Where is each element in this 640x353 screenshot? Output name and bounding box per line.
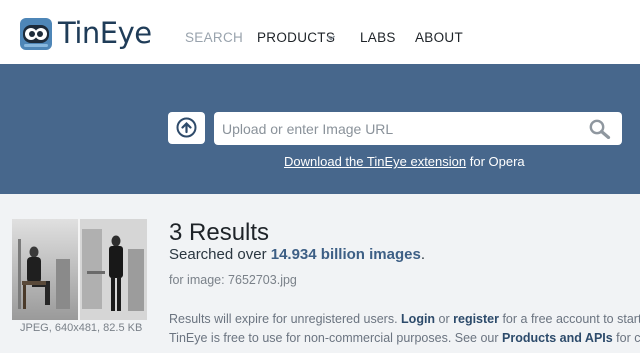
chevron-down-icon[interactable] (326, 30, 336, 46)
tineye-logo-icon[interactable] (20, 18, 52, 50)
download-extension-link[interactable]: Download the TinEye extension (284, 154, 466, 169)
nav-search[interactable]: SEARCH (185, 30, 243, 46)
extension-suffix: for Opera (466, 154, 525, 169)
searched-count: 14.934 billion images (270, 246, 421, 263)
results-count-title: 3 Results (169, 219, 270, 246)
usage-notice: TinEye is free to use for non-commercial… (169, 330, 640, 346)
nav-labs[interactable]: LABS (360, 30, 396, 46)
search-band: Download the TinEye extension for Opera (0, 64, 640, 194)
upload-arrow-icon (176, 117, 197, 138)
searched-suffix: . (420, 246, 425, 263)
products-apis-link[interactable]: Products and APIs (502, 331, 613, 345)
site-header: TinEye SEARCH PRODUCTS LABS ABOUT (0, 0, 640, 64)
expiry-notice: Results will expire for unregistered use… (169, 311, 640, 327)
register-link[interactable]: register (453, 312, 499, 326)
logo-text[interactable]: TinEye (58, 15, 152, 51)
nav-about[interactable]: ABOUT (415, 30, 463, 46)
for-image-filename: for image: 7652703.jpg (169, 273, 297, 287)
searched-over-line: Searched over 14.934 billion images. (169, 246, 425, 264)
note1-suffix: for a free account to start sav (502, 312, 640, 326)
photo-thumbnail-image (12, 219, 147, 320)
login-link[interactable]: Login (401, 312, 435, 326)
query-image-thumbnail[interactable] (12, 219, 147, 320)
note2-prefix: TinEye is free to use for non-commercial… (169, 331, 503, 345)
extension-promo: Download the TinEye extension for Opera (284, 154, 525, 170)
nav-products[interactable]: PRODUCTS (257, 30, 335, 46)
note1-or: or (435, 312, 454, 326)
thumbnail-caption: JPEG, 640x481, 82.5 KB (20, 322, 143, 334)
search-icon[interactable] (589, 119, 611, 139)
note1-prefix: Results will expire for unregistered use… (169, 312, 402, 326)
upload-button[interactable] (168, 112, 205, 144)
note2-suffix: for comm (616, 331, 640, 345)
image-url-input[interactable] (214, 112, 622, 145)
searched-prefix: Searched over (169, 246, 271, 263)
